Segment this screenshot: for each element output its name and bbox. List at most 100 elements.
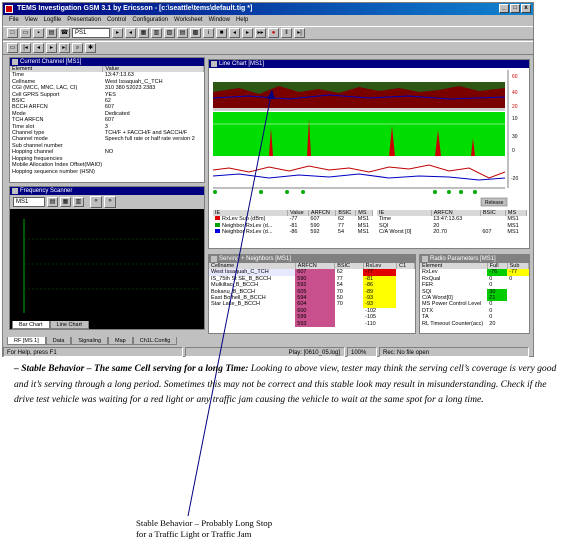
skip-back-icon[interactable]: |◂ bbox=[20, 43, 31, 53]
table-row[interactable]: Neighbor RxLev (d... -86 592 54 MS1 bbox=[213, 229, 373, 235]
scanner-forward-icon[interactable]: » bbox=[104, 196, 116, 208]
main-toolbar: □ ▭ ▪ ▤ ☎ PS1 ▸ ◂ ▦ ▥ ▧ ▤ ▩ i ■ ◂ ▸ ▸▸ ●… bbox=[3, 26, 533, 40]
scanner-zoom-icon[interactable]: ▦ bbox=[60, 197, 71, 207]
table-cell: RL Timeout Counter(acc) bbox=[422, 320, 484, 327]
skip-forward-icon[interactable]: ▸| bbox=[59, 43, 70, 53]
save-icon[interactable]: ▪ bbox=[33, 28, 44, 38]
tab-rf[interactable]: RF [MS 1] bbox=[7, 337, 46, 345]
menu-logfile[interactable]: Logfile bbox=[44, 15, 62, 25]
phone-icon[interactable]: ☎ bbox=[59, 28, 70, 38]
event-marker bbox=[447, 190, 451, 194]
legend-label: RxLev Sub (dBm) bbox=[222, 216, 266, 223]
open-icon[interactable]: ▭ bbox=[20, 28, 31, 38]
worksheet-tabs: RF [MS 1] Data Signaling Map Ch1L.Config bbox=[7, 337, 178, 345]
scanner-ms-select[interactable]: MS1 bbox=[13, 197, 45, 207]
status-rec: Rec: No file open bbox=[379, 347, 529, 357]
radio-parameters-title: Radio Parameters [MS1] bbox=[420, 255, 529, 263]
title-bar: TEMS Investigation GSM 3.1 by Ericsson -… bbox=[3, 3, 533, 15]
sqi-area bbox=[213, 112, 505, 156]
figure-caption: – Stable Behavior – The same Cell servin… bbox=[14, 361, 564, 408]
menu-file[interactable]: File bbox=[9, 15, 19, 25]
play-icon[interactable]: ▸ bbox=[242, 28, 253, 38]
table-row[interactable]: RL Timeout Counter(acc) 20 bbox=[420, 321, 529, 327]
event-marker bbox=[433, 190, 437, 194]
callout-line-2: for a Traffic Light or Traffic Jam bbox=[136, 529, 252, 539]
scanner-back-icon[interactable]: « bbox=[90, 196, 102, 208]
table-row[interactable]: 593 -110 bbox=[209, 320, 415, 328]
menu-control[interactable]: Control bbox=[107, 15, 126, 25]
table-cell bbox=[396, 321, 414, 327]
app-icon bbox=[5, 5, 13, 13]
frequency-scanner-panel: Frequency Scanner MS1 ▤ ▦ ▥ « » Bar Char… bbox=[9, 186, 205, 330]
table-cell bbox=[507, 321, 528, 327]
menu-window[interactable]: Window bbox=[209, 15, 230, 25]
table-cell: 593 bbox=[295, 320, 335, 328]
table-row[interactable]: Channel mode Speech full rate or half rat… bbox=[10, 136, 204, 142]
table-row[interactable]: Hopping sequence number (HSN) bbox=[10, 169, 204, 175]
new-icon[interactable]: □ bbox=[7, 28, 18, 38]
axis-tick: 10 bbox=[512, 116, 518, 122]
serving-neighbors-title: Serving + Neighbors [MS1] bbox=[209, 255, 415, 263]
tab-config[interactable]: Ch1L.Config bbox=[132, 337, 178, 345]
current-channel-table: Element Value Time 13:47:13.63 Cellname Wes… bbox=[10, 66, 204, 175]
line-chart-plot: 60 40 20 10 30 0 -20 Release bbox=[209, 68, 529, 208]
table-cell: 592 bbox=[310, 229, 320, 236]
scanner-toolbar: MS1 ▤ ▦ ▥ « » bbox=[10, 195, 204, 209]
callout-text: Stable Behavior – Probably Long Stop for… bbox=[136, 518, 272, 540]
table-icon[interactable]: ▤ bbox=[177, 28, 188, 38]
map-icon[interactable]: ▩ bbox=[190, 28, 201, 38]
port-select[interactable]: PS1 bbox=[72, 28, 110, 38]
disconnect-icon[interactable]: ◂ bbox=[125, 28, 136, 38]
line-chart-info: IE ARFCN BSIC MS Time 13:47:13.63 MS1 SQI 20… bbox=[377, 210, 528, 236]
menu-help[interactable]: Help bbox=[236, 15, 248, 25]
info-icon[interactable]: i bbox=[203, 28, 214, 38]
chart-header-band bbox=[213, 70, 505, 82]
table-cell: Speech full rate or half rate version 2 bbox=[104, 136, 195, 143]
end-icon[interactable]: ▸| bbox=[294, 28, 305, 38]
fast-forward-icon[interactable]: ▸▸ bbox=[255, 28, 266, 38]
frequency-scanner-title: Frequency Scanner bbox=[10, 187, 204, 195]
step-forward-icon[interactable]: ▸ bbox=[46, 43, 57, 53]
axis-tick: 60 bbox=[512, 74, 518, 80]
step-back-icon[interactable]: ◂ bbox=[33, 43, 44, 53]
table-cell: C/A Worst [0] bbox=[379, 229, 412, 236]
stop-icon[interactable]: ■ bbox=[216, 28, 227, 38]
tab-data[interactable]: Data bbox=[45, 337, 72, 345]
minimize-button[interactable]: _ bbox=[499, 4, 509, 13]
record-icon[interactable]: ● bbox=[268, 28, 279, 38]
search-icon[interactable]: ⌕ bbox=[72, 43, 83, 53]
serving-neighbors-panel: Serving + Neighbors [MS1] Cellname ARFCN… bbox=[208, 254, 416, 334]
replay-toolbar: ▭ |◂ ◂ ▸ ▸| ⌕ ✱ bbox=[3, 41, 533, 55]
menu-worksheet[interactable]: Worksheet bbox=[174, 15, 203, 25]
print-icon[interactable]: ▤ bbox=[46, 28, 57, 38]
menu-presentation[interactable]: Presentation bbox=[67, 15, 101, 25]
rewind-icon[interactable]: ◂ bbox=[229, 28, 240, 38]
maximize-button[interactable]: □ bbox=[510, 4, 520, 13]
band-separator bbox=[213, 108, 505, 111]
table-cell: 607 bbox=[482, 229, 492, 236]
tab-line-chart[interactable]: Line Chart bbox=[49, 321, 89, 329]
menu-view[interactable]: View bbox=[25, 15, 38, 25]
window-icon[interactable]: ▦ bbox=[138, 28, 149, 38]
release-label: Release bbox=[485, 200, 504, 206]
table-cell: MS1 bbox=[507, 229, 519, 236]
scanner-settings-icon[interactable]: ▤ bbox=[47, 197, 58, 207]
menu-configuration[interactable]: Configuration bbox=[132, 15, 168, 25]
line-chart-title: Line Chart [MS1] bbox=[209, 60, 529, 68]
status-help: For Help, press F1 bbox=[3, 347, 183, 357]
tab-map[interactable]: Map bbox=[108, 337, 133, 345]
filter-icon[interactable]: ✱ bbox=[85, 43, 96, 53]
close-button[interactable]: x bbox=[521, 4, 531, 13]
axis-tick: 20 bbox=[512, 104, 518, 110]
scanner-print-icon[interactable]: ▥ bbox=[73, 197, 84, 207]
tab-signaling[interactable]: Signaling bbox=[71, 337, 109, 345]
pause-icon[interactable]: ‖ bbox=[281, 28, 292, 38]
table-row[interactable]: C/A Worst [0] 20.70 607 MS1 bbox=[377, 229, 527, 235]
folder-icon[interactable]: ▭ bbox=[7, 43, 18, 53]
table-cell bbox=[103, 169, 204, 175]
chart-icon[interactable]: ▧ bbox=[164, 28, 175, 38]
legend-swatch bbox=[215, 216, 220, 221]
connect-icon[interactable]: ▸ bbox=[112, 28, 123, 38]
tile-icon[interactable]: ▥ bbox=[151, 28, 162, 38]
tab-bar-chart[interactable]: Bar Chart bbox=[12, 321, 50, 329]
